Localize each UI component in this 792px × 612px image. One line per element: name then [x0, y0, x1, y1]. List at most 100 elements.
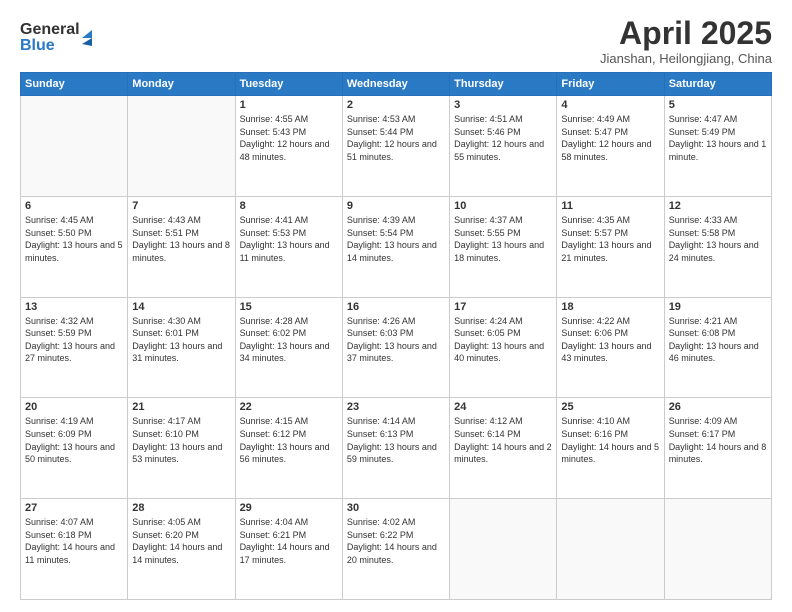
day-number: 16 — [347, 301, 445, 313]
col-friday: Friday — [557, 73, 664, 96]
calendar-cell: 29 Sunrise: 4:04 AM Sunset: 6:21 PM Dayli… — [235, 499, 342, 600]
day-info: Sunrise: 4:43 AM Sunset: 5:51 PM Dayligh… — [132, 214, 230, 264]
calendar-cell: 14Sunrise: 4:30 AM Sunset: 6:01 PM Dayli… — [128, 297, 235, 398]
day-info: Sunrise: 4:45 AM Sunset: 5:50 PM Dayligh… — [25, 214, 123, 264]
day-number: 15 — [240, 301, 338, 313]
day-info: Sunrise: 4:22 AM Sunset: 6:06 PM Dayligh… — [561, 315, 659, 365]
calendar-cell: 4 Sunrise: 4:49 AM Sunset: 5:47 PM Daylig… — [557, 96, 664, 197]
day-info: Sunrise: 4:47 AM Sunset: 5:49 PM Dayligh… — [669, 113, 767, 163]
day-info: Sunrise: 4:53 AM Sunset: 5:44 PM Dayligh… — [347, 113, 445, 163]
calendar-cell: 11 Sunrise: 4:35 AM Sunset: 5:57 PM Dayli… — [557, 196, 664, 297]
calendar-cell: 25Sunrise: 4:10 AM Sunset: 6:16 PM Dayli… — [557, 398, 664, 499]
day-info: Sunrise: 4:15 AM Sunset: 6:12 PM Dayligh… — [240, 415, 338, 465]
day-info: Sunrise: 4:55 AM Sunset: 5:43 PM Dayligh… — [240, 113, 338, 163]
day-info: Sunrise: 4:26 AM Sunset: 6:03 PM Dayligh… — [347, 315, 445, 365]
calendar-cell — [664, 499, 771, 600]
calendar-week-3: 20Sunrise: 4:19 AM Sunset: 6:09 PM Dayli… — [21, 398, 772, 499]
day-info: Sunrise: 4:32 AM Sunset: 5:59 PM Dayligh… — [25, 315, 123, 365]
calendar-cell: 10Sunrise: 4:37 AM Sunset: 5:55 PM Dayli… — [450, 196, 557, 297]
day-number: 9 — [347, 200, 445, 212]
calendar-week-2: 13Sunrise: 4:32 AM Sunset: 5:59 PM Dayli… — [21, 297, 772, 398]
day-info: Sunrise: 4:24 AM Sunset: 6:05 PM Dayligh… — [454, 315, 552, 365]
day-info: Sunrise: 4:19 AM Sunset: 6:09 PM Dayligh… — [25, 415, 123, 465]
calendar-cell: 15 Sunrise: 4:28 AM Sunset: 6:02 PM Dayli… — [235, 297, 342, 398]
page: General Blue April 2025 Jianshan, Heilon… — [0, 0, 792, 612]
day-number: 28 — [132, 502, 230, 514]
day-info: Sunrise: 4:37 AM Sunset: 5:55 PM Dayligh… — [454, 214, 552, 264]
day-number: 7 — [132, 200, 230, 212]
day-info: Sunrise: 4:12 AM Sunset: 6:14 PM Dayligh… — [454, 415, 552, 465]
calendar-cell: 3Sunrise: 4:51 AM Sunset: 5:46 PM Daylig… — [450, 96, 557, 197]
day-number: 29 — [240, 502, 338, 514]
title-block: April 2025 Jianshan, Heilongjiang, China — [600, 16, 772, 66]
calendar-table: Sunday Monday Tuesday Wednesday Thursday… — [20, 72, 772, 600]
day-number: 6 — [25, 200, 123, 212]
svg-text:Blue: Blue — [20, 37, 55, 54]
day-info: Sunrise: 4:28 AM Sunset: 6:02 PM Dayligh… — [240, 315, 338, 365]
day-number: 26 — [669, 401, 767, 413]
calendar-cell: 13Sunrise: 4:32 AM Sunset: 5:59 PM Dayli… — [21, 297, 128, 398]
col-sunday: Sunday — [21, 73, 128, 96]
day-number: 30 — [347, 502, 445, 514]
day-number: 17 — [454, 301, 552, 313]
day-number: 1 — [240, 99, 338, 111]
day-number: 5 — [669, 99, 767, 111]
calendar-cell: 7 Sunrise: 4:43 AM Sunset: 5:51 PM Daylig… — [128, 196, 235, 297]
calendar-cell: 5 Sunrise: 4:47 AM Sunset: 5:49 PM Daylig… — [664, 96, 771, 197]
day-info: Sunrise: 4:21 AM Sunset: 6:08 PM Dayligh… — [669, 315, 767, 365]
calendar-header-row: Sunday Monday Tuesday Wednesday Thursday… — [21, 73, 772, 96]
calendar-cell: 8Sunrise: 4:41 AM Sunset: 5:53 PM Daylig… — [235, 196, 342, 297]
calendar-cell: 30 Sunrise: 4:02 AM Sunset: 6:22 PM Dayli… — [342, 499, 449, 600]
calendar-week-0: 1 Sunrise: 4:55 AM Sunset: 5:43 PM Daylig… — [21, 96, 772, 197]
day-info: Sunrise: 4:49 AM Sunset: 5:47 PM Dayligh… — [561, 113, 659, 163]
day-info: Sunrise: 4:09 AM Sunset: 6:17 PM Dayligh… — [669, 415, 767, 465]
col-wednesday: Wednesday — [342, 73, 449, 96]
day-number: 27 — [25, 502, 123, 514]
calendar-cell: 21 Sunrise: 4:17 AM Sunset: 6:10 PM Dayli… — [128, 398, 235, 499]
day-number: 22 — [240, 401, 338, 413]
day-number: 25 — [561, 401, 659, 413]
day-info: Sunrise: 4:04 AM Sunset: 6:21 PM Dayligh… — [240, 516, 338, 566]
day-info: Sunrise: 4:30 AM Sunset: 6:01 PM Dayligh… — [132, 315, 230, 365]
day-info: Sunrise: 4:35 AM Sunset: 5:57 PM Dayligh… — [561, 214, 659, 264]
calendar-cell — [557, 499, 664, 600]
calendar-cell: 12 Sunrise: 4:33 AM Sunset: 5:58 PM Dayli… — [664, 196, 771, 297]
day-number: 3 — [454, 99, 552, 111]
calendar-cell: 6 Sunrise: 4:45 AM Sunset: 5:50 PM Daylig… — [21, 196, 128, 297]
calendar-cell: 23Sunrise: 4:14 AM Sunset: 6:13 PM Dayli… — [342, 398, 449, 499]
calendar-cell — [21, 96, 128, 197]
calendar-cell: 2 Sunrise: 4:53 AM Sunset: 5:44 PM Daylig… — [342, 96, 449, 197]
day-info: Sunrise: 4:07 AM Sunset: 6:18 PM Dayligh… — [25, 516, 123, 566]
day-info: Sunrise: 4:41 AM Sunset: 5:53 PM Dayligh… — [240, 214, 338, 264]
day-number: 19 — [669, 301, 767, 313]
day-info: Sunrise: 4:05 AM Sunset: 6:20 PM Dayligh… — [132, 516, 230, 566]
col-thursday: Thursday — [450, 73, 557, 96]
day-number: 2 — [347, 99, 445, 111]
calendar-cell: 16 Sunrise: 4:26 AM Sunset: 6:03 PM Dayli… — [342, 297, 449, 398]
calendar-week-1: 6 Sunrise: 4:45 AM Sunset: 5:50 PM Daylig… — [21, 196, 772, 297]
day-number: 21 — [132, 401, 230, 413]
day-info: Sunrise: 4:33 AM Sunset: 5:58 PM Dayligh… — [669, 214, 767, 264]
calendar-cell: 19 Sunrise: 4:21 AM Sunset: 6:08 PM Dayli… — [664, 297, 771, 398]
calendar-cell: 1 Sunrise: 4:55 AM Sunset: 5:43 PM Daylig… — [235, 96, 342, 197]
col-monday: Monday — [128, 73, 235, 96]
day-info: Sunrise: 4:02 AM Sunset: 6:22 PM Dayligh… — [347, 516, 445, 566]
logo: General Blue — [20, 16, 110, 63]
calendar-cell: 22 Sunrise: 4:15 AM Sunset: 6:12 PM Dayli… — [235, 398, 342, 499]
day-number: 11 — [561, 200, 659, 212]
calendar-cell: 27 Sunrise: 4:07 AM Sunset: 6:18 PM Dayli… — [21, 499, 128, 600]
logo-text: General Blue — [20, 16, 110, 63]
calendar-week-4: 27 Sunrise: 4:07 AM Sunset: 6:18 PM Dayli… — [21, 499, 772, 600]
day-info: Sunrise: 4:17 AM Sunset: 6:10 PM Dayligh… — [132, 415, 230, 465]
day-number: 4 — [561, 99, 659, 111]
calendar-cell: 26 Sunrise: 4:09 AM Sunset: 6:17 PM Dayli… — [664, 398, 771, 499]
calendar-cell: 17 Sunrise: 4:24 AM Sunset: 6:05 PM Dayli… — [450, 297, 557, 398]
svg-text:General: General — [20, 21, 80, 38]
calendar-cell: 28 Sunrise: 4:05 AM Sunset: 6:20 PM Dayli… — [128, 499, 235, 600]
main-title: April 2025 — [600, 16, 772, 51]
day-info: Sunrise: 4:39 AM Sunset: 5:54 PM Dayligh… — [347, 214, 445, 264]
calendar-cell: 20Sunrise: 4:19 AM Sunset: 6:09 PM Dayli… — [21, 398, 128, 499]
day-number: 24 — [454, 401, 552, 413]
day-number: 12 — [669, 200, 767, 212]
calendar-cell: 18Sunrise: 4:22 AM Sunset: 6:06 PM Dayli… — [557, 297, 664, 398]
